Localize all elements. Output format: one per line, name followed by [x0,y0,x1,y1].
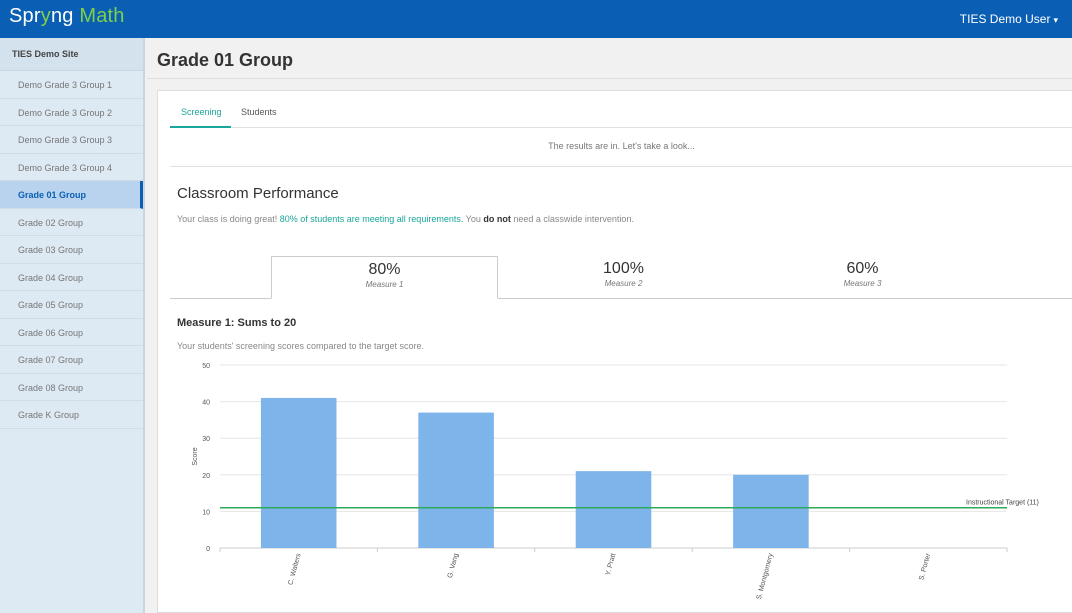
measure-tab-3[interactable]: 60% Measure 3 [749,256,976,299]
x-tick-label: C. Walters [287,552,302,586]
measure-1-percent: 80% [368,261,401,278]
bar-s--montgomery [733,474,809,548]
measure-2-percent: 100% [603,260,644,277]
logo-text-suffix: ng [50,5,74,27]
page-title: Grade 01 Group [157,50,294,70]
sidebar-item-grade-05-group[interactable]: Grade 05 Group [0,291,143,319]
sidebar: TIES Demo Site Demo Grade 3 Group 1 Demo… [0,38,145,613]
measure-tabs: 80% Measure 1 100% Measure 2 60% Measure… [170,256,1072,299]
sidebar-item-demo-grade-3-group-2[interactable]: Demo Grade 3 Group 2 [0,99,143,126]
measure-tab-2[interactable]: 100% Measure 2 [510,256,737,299]
sidebar-item-grade-06-group[interactable]: Grade 06 Group [0,319,143,346]
sidebar-item-grade-07-group[interactable]: Grade 07 Group [0,346,143,374]
user-name: TIES Demo User [959,12,1051,26]
y-tick-label: 40 [202,400,210,407]
title-divider [147,78,1072,79]
perf-msg-highlight: 80% of students are meeting all requirem… [279,214,464,224]
classroom-performance-message: Your class is doing great! 80% of studen… [177,214,634,224]
x-tick-label: S. Porter [918,552,932,581]
x-tick-label: S. Montgomery [756,552,775,600]
sidebar-item-demo-grade-3-group-3[interactable]: Demo Grade 3 Group 3 [0,126,143,154]
y-axis-label: Score [192,447,199,465]
perf-msg-start: Your class is doing great! [177,214,280,224]
perf-msg-bold: do not [483,214,511,224]
y-tick-label: 20 [202,473,210,480]
main-panel: Screening Students The results are in. L… [157,90,1072,613]
sidebar-item-demo-grade-3-group-4[interactable]: Demo Grade 3 Group 4 [0,154,143,181]
top-navbar: Spryng Math TIES Demo User ▾ [0,0,1072,38]
bar-c--walters [260,397,337,548]
y-tick-label: 0 [206,546,210,553]
bar-y--pratt [575,471,652,548]
instructional-target-label: Instructional Target (11) [966,500,1039,507]
y-tick-label: 30 [202,436,210,443]
main-tabs: Screening Students [170,91,1072,128]
measure-2-label: Measure 2 [604,279,643,288]
sidebar-item-grade-04-group[interactable]: Grade 04 Group [0,264,143,291]
classroom-performance-heading: Classroom Performance [177,185,339,202]
caret-down-icon: ▾ [1053,15,1058,25]
tab-screening[interactable]: Screening [181,107,222,117]
sidebar-item-grade-01-group[interactable]: Grade 01 Group [0,181,143,209]
measure-1-label: Measure 1 [365,280,404,289]
score-bar-chart: 0 10 20 30 40 50 Score C. Walters G. Vang Y. Prat… [192,363,1039,600]
x-tick-label: Y. Pratt [605,553,618,577]
measure-3-percent: 60% [846,260,879,277]
measure-title: Measure 1: Sums to 20 [177,317,297,329]
perf-msg-mid: You [463,214,484,224]
results-banner: The results are in. Let's take a look... [170,128,1072,167]
spring-math-logo[interactable]: Spryng Math [9,5,125,28]
logo-text-prefix: Spr [9,5,41,27]
logo-text-math: Math [73,5,125,27]
tab-students[interactable]: Students [241,107,277,117]
y-tick-label: 10 [202,509,210,516]
logo-sprout-glyph: y [40,5,51,27]
sidebar-item-grade-03-group[interactable]: Grade 03 Group [0,236,143,264]
measure-description: Your students' screening scores compared… [177,341,425,351]
measure-3-label: Measure 3 [843,279,882,288]
sidebar-item-grade-k-group[interactable]: Grade K Group [0,401,143,429]
x-tick-label: G. Vang [447,553,460,579]
measure-tab-1[interactable]: 80% Measure 1 [271,256,498,299]
bar-g--vang [418,412,494,548]
sidebar-item-demo-grade-3-group-1[interactable]: Demo Grade 3 Group 1 [0,71,143,99]
y-tick-label: 50 [202,363,210,370]
sidebar-item-grade-02-group[interactable]: Grade 02 Group [0,209,143,236]
perf-msg-end: need a classwide intervention. [510,214,634,224]
sidebar-site-title: TIES Demo Site [0,38,143,71]
sidebar-item-grade-08-group[interactable]: Grade 08 Group [0,374,143,401]
user-menu-dropdown[interactable]: TIES Demo User ▾ [960,12,1058,26]
